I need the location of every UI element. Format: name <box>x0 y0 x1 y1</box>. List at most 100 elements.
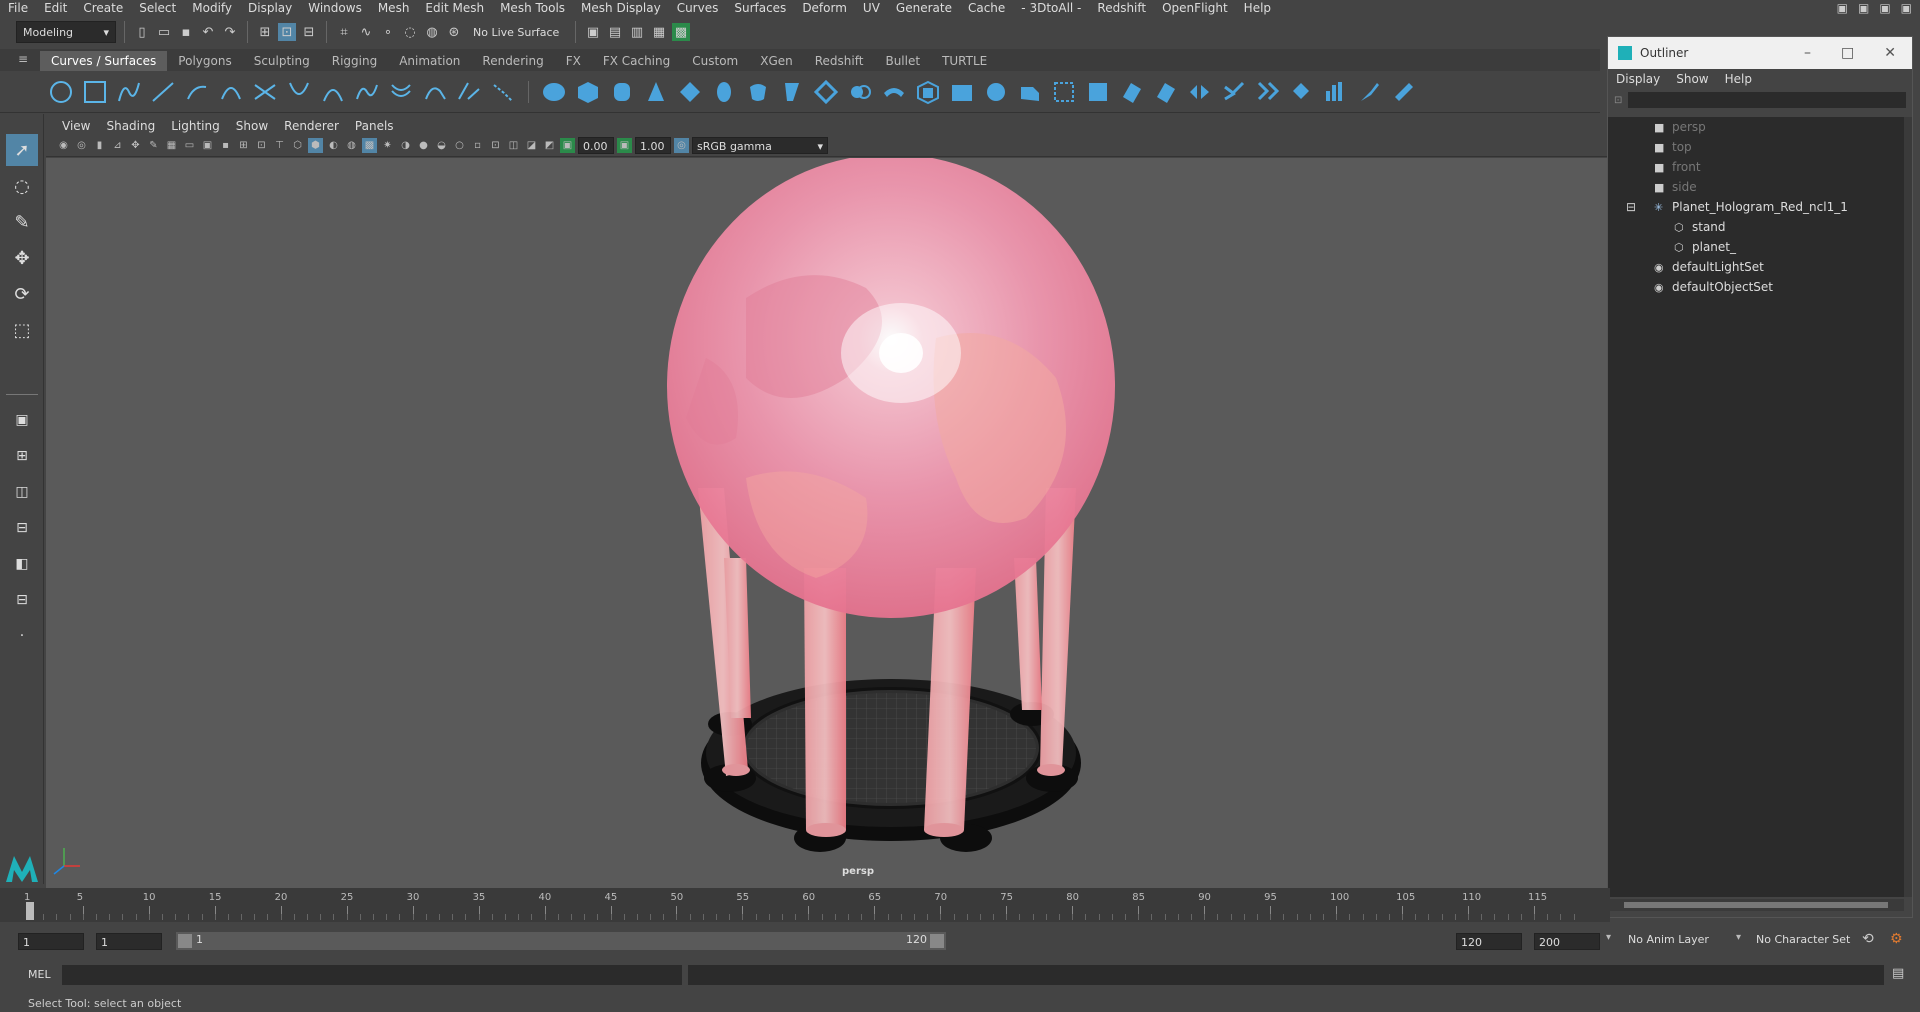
smooth-shade-icon[interactable]: ⬢ <box>308 138 323 153</box>
redo-icon[interactable]: ↷ <box>221 23 239 41</box>
birail-icon[interactable] <box>881 79 907 105</box>
time-slider[interactable]: 1 5 10 15 20 25 30 35 40 45 50 55 60 65 70 75 80 85 90 95 10… <box>0 888 1610 922</box>
command-language-label[interactable]: MEL <box>28 968 51 981</box>
panel-menu-item[interactable]: Show <box>228 119 276 133</box>
menu-item[interactable]: Deform <box>794 0 855 16</box>
end-frame-field[interactable]: 200 <box>1534 932 1600 950</box>
shelf-tab[interactable]: Animation <box>388 51 471 71</box>
loft-icon[interactable] <box>779 79 805 105</box>
motion-blur-icon[interactable]: ◒ <box>434 138 449 153</box>
script-editor-icon[interactable]: ▤ <box>1892 966 1904 981</box>
attach-surface-icon[interactable] <box>1153 79 1179 105</box>
shelf-tab[interactable]: FX Caching <box>592 51 681 71</box>
new-scene-icon[interactable]: ▯ <box>133 23 151 41</box>
character-set-dropdown[interactable]: No Character Set <box>1756 933 1850 946</box>
vertical-scrollbar[interactable] <box>1904 117 1912 897</box>
menu-item[interactable]: OpenFlight <box>1154 0 1236 16</box>
curve-extend-icon[interactable] <box>422 79 448 105</box>
shadows-icon[interactable]: ◑ <box>398 138 413 153</box>
four-pane-icon[interactable]: ⊞ <box>6 440 38 472</box>
outliner-row[interactable]: ⬡ planet_ <box>1674 237 1736 257</box>
menu-item[interactable]: Edit Mesh <box>417 0 492 16</box>
arc-tool-icon[interactable] <box>218 79 244 105</box>
playback-start-field[interactable]: 1 <box>96 932 162 950</box>
ipr-render-icon[interactable]: ▤ <box>606 23 624 41</box>
nurbs-plane-icon[interactable] <box>677 79 703 105</box>
render-settings-icon[interactable]: ▥ <box>628 23 646 41</box>
single-pane-icon[interactable]: ▣ <box>6 404 38 436</box>
extrude-icon[interactable] <box>847 79 873 105</box>
paint-select-icon[interactable]: ✎ <box>6 206 38 238</box>
outliner-row[interactable]: ■ persp <box>1654 117 1706 137</box>
anim-prefs-icon[interactable]: ⚙ <box>1890 931 1903 947</box>
ep-curve-icon[interactable] <box>150 79 176 105</box>
live-surface-field[interactable]: No Live Surface <box>467 21 567 43</box>
select-object-icon[interactable]: ⊡ <box>278 23 296 41</box>
playback-end-field[interactable]: 120 <box>1456 932 1522 950</box>
lights-icon[interactable]: ✷ <box>380 138 395 153</box>
pencil-curve-icon[interactable] <box>184 79 210 105</box>
snap-grid-icon[interactable]: ⌗ <box>335 23 353 41</box>
outliner-persp-icon[interactable]: ◧ <box>6 548 38 580</box>
revolve-icon[interactable] <box>745 79 771 105</box>
wireframe-icon[interactable]: ⬡ <box>290 138 305 153</box>
viewport[interactable]: persp <box>46 158 1608 888</box>
workspace-dropdown[interactable]: Modeling ▾ <box>16 21 116 43</box>
outliner-menu-item[interactable]: Show <box>1668 72 1716 86</box>
chevron-down-icon[interactable]: ▾ <box>1736 932 1741 943</box>
safe-title-icon[interactable]: ⊤ <box>272 138 287 153</box>
curve-cut-icon[interactable] <box>456 79 482 105</box>
outliner-menu-item[interactable]: Display <box>1608 72 1668 86</box>
outliner-row[interactable]: ◉ defaultLightSet <box>1654 257 1764 277</box>
camera-select-icon[interactable]: ◉ <box>56 138 71 153</box>
exposure-field[interactable]: 0.00 <box>578 137 614 154</box>
shelf-tab[interactable]: Bullet <box>874 51 931 71</box>
field-chart-icon[interactable]: ⊞ <box>236 138 251 153</box>
menu-item[interactable]: Windows <box>300 0 370 16</box>
shelf-tab[interactable]: Curves / Surfaces <box>40 51 168 71</box>
scroll-thumb[interactable] <box>1624 902 1888 908</box>
bezier-curve-icon[interactable] <box>252 79 278 105</box>
curve-detach-icon[interactable] <box>320 79 346 105</box>
panel-menu-item[interactable]: Lighting <box>163 119 228 133</box>
menu-item[interactable]: UV <box>855 0 888 16</box>
redshift-render-icon[interactable]: ▩ <box>672 23 690 41</box>
shelf-tab[interactable]: Rigging <box>321 51 388 71</box>
menu-item[interactable]: Edit <box>36 0 75 16</box>
stacked-pane-icon[interactable]: ⊟ <box>6 512 38 544</box>
nurbs-torus-icon[interactable] <box>711 79 737 105</box>
range-slider[interactable]: 1 120 <box>176 932 946 950</box>
move-tool-icon[interactable]: ✥ <box>6 242 38 274</box>
hypershade-icon[interactable]: ▦ <box>650 23 668 41</box>
sculpt-geometry-icon[interactable] <box>1357 79 1383 105</box>
camera-attributes-icon[interactable]: ◎ <box>74 138 89 153</box>
scale-tool-icon[interactable]: ⬚ <box>6 314 38 346</box>
nurbs-cone-icon[interactable] <box>643 79 669 105</box>
shelf-tab[interactable]: FX <box>555 51 592 71</box>
xray-components-icon[interactable]: ◩ <box>542 138 557 153</box>
nurbs-sphere-icon[interactable] <box>541 79 567 105</box>
panel-layout-icon[interactable]: ▣ <box>1858 1 1869 15</box>
select-tool-icon[interactable]: ➚ <box>6 134 38 166</box>
curve-fillet-icon[interactable] <box>490 79 516 105</box>
nurbs-square-icon[interactable] <box>82 79 108 105</box>
panel-menu-item[interactable]: View <box>54 119 98 133</box>
menu-item[interactable]: Mesh <box>370 0 418 16</box>
exposure-icon[interactable]: ▣ <box>560 138 575 153</box>
insert-isoparm-icon[interactable] <box>1323 79 1349 105</box>
screen-space-ao-icon[interactable]: ● <box>416 138 431 153</box>
start-frame-field[interactable]: 1 <box>18 932 84 950</box>
menu-item[interactable]: Create <box>75 0 131 16</box>
depth-of-field-icon[interactable]: ▫ <box>470 138 485 153</box>
open-scene-icon[interactable]: ▭ <box>155 23 173 41</box>
shelf-tab[interactable]: TURTLE <box>931 51 998 71</box>
anim-layer-dropdown[interactable]: No Anim Layer <box>1628 933 1709 946</box>
window-layout-icon[interactable]: ▣ <box>1837 1 1848 15</box>
untrim-icon[interactable] <box>1051 79 1077 105</box>
persp-graph-icon[interactable]: ⊟ <box>6 584 38 616</box>
maximize-icon[interactable]: □ <box>1841 45 1854 61</box>
curve-attach-icon[interactable] <box>286 79 312 105</box>
stitch-surface-icon[interactable] <box>1255 79 1281 105</box>
colorspace-dropdown[interactable]: sRGB gamma ▾ <box>692 137 828 154</box>
auto-key-icon[interactable]: ⟲ <box>1862 931 1874 947</box>
